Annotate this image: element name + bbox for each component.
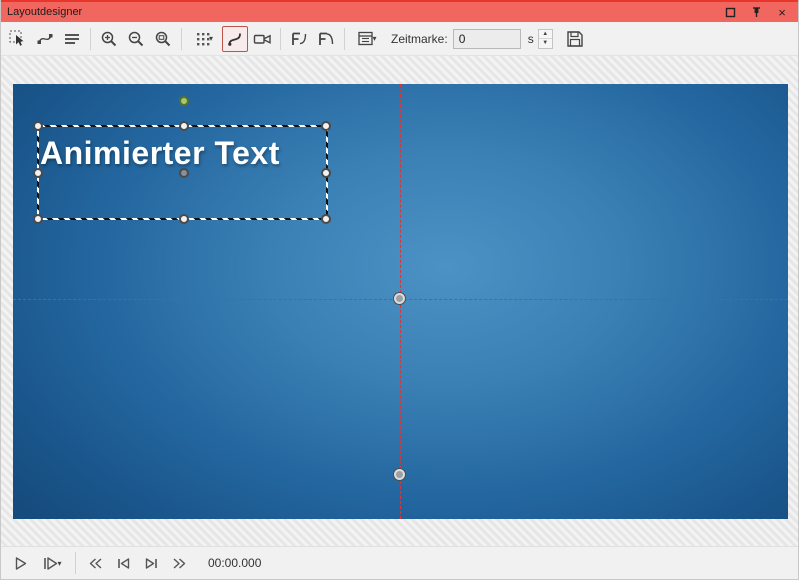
zoom-fit-button[interactable] [150,26,176,52]
motion-curve-icon [226,30,244,48]
motion-path-handle-center[interactable] [394,293,405,304]
previous-frame-button[interactable] [110,550,136,576]
zoom-fit-icon [154,30,172,48]
layout-canvas[interactable]: Animierter Text [13,84,788,519]
select-cursor-icon [9,30,27,48]
zoom-in-icon [100,30,118,48]
chevron-down-icon: ▾ [209,34,213,43]
toolbar-separator [344,28,345,50]
window-controls: × [722,4,792,20]
transport-separator [75,552,76,574]
zeitmarke-unit-label: s [528,32,534,46]
previous-frame-icon [115,555,132,572]
skip-back-icon [87,555,104,572]
resize-handle-top-left[interactable] [33,121,43,131]
chevron-down-icon: ▾ [372,34,376,43]
list-lines-icon [63,30,81,48]
transport-bar: ▾ 00:00.000 [1,546,798,579]
grid-settings-button[interactable]: ▾ [187,26,221,52]
time-display: 00:00.000 [208,556,261,570]
workspace: Animierter Text [1,56,798,547]
ease-out-button[interactable] [313,26,339,52]
stepper-up-icon[interactable]: ▲ [539,30,552,40]
zoom-out-icon [127,30,145,48]
ease-in-curve-icon [290,30,308,48]
layoutdesigner-window: Layoutdesigner × [0,0,799,580]
resize-handle-bottom-right[interactable] [321,214,331,224]
ease-in-button[interactable] [286,26,312,52]
skip-forward-icon [171,555,188,572]
zeitmarke-label: Zeitmarke: [391,32,448,46]
skip-to-start-button[interactable] [82,550,108,576]
pin-icon[interactable] [748,4,764,20]
camera-pan-button[interactable] [249,26,275,52]
object-center-handle[interactable] [179,168,189,178]
next-frame-button[interactable] [138,550,164,576]
timemarker-options-button[interactable]: ▾ [350,26,384,52]
resize-handle-middle-right[interactable] [321,168,331,178]
toolbar-separator [181,28,182,50]
next-frame-icon [143,555,160,572]
toolbar-separator [280,28,281,50]
edit-points-icon [36,30,54,48]
save-floppy-icon [566,30,584,48]
curve-tool-button[interactable] [222,26,248,52]
chevron-down-icon: ▾ [57,559,61,568]
toolbar-separator [90,28,91,50]
zeitmarke-input[interactable] [453,29,521,49]
zoom-in-button[interactable] [96,26,122,52]
text-object-selection[interactable]: Animierter Text [37,125,328,220]
main-toolbar: ▾ [1,22,798,56]
skip-to-end-button[interactable] [166,550,192,576]
select-tool-button[interactable] [5,26,31,52]
titlebar[interactable]: Layoutdesigner × [1,0,798,22]
stepper-down-icon[interactable]: ▼ [539,39,552,48]
list-view-button[interactable] [59,26,85,52]
resize-handle-bottom-left[interactable] [33,214,43,224]
play-from-marker-button[interactable]: ▾ [35,550,69,576]
zeitmarke-stepper[interactable]: ▲ ▼ [538,29,553,49]
resize-handle-top-right[interactable] [321,121,331,131]
close-icon[interactable]: × [774,4,790,20]
restore-window-icon[interactable] [722,4,738,20]
animated-text-object[interactable]: Animierter Text [40,135,280,172]
save-button[interactable] [562,26,588,52]
camera-icon [253,30,272,48]
window-title: Layoutdesigner [7,6,722,18]
resize-handle-top-center[interactable] [179,121,189,131]
edit-points-button[interactable] [32,26,58,52]
play-icon [12,555,29,572]
resize-handle-middle-left[interactable] [33,168,43,178]
ease-out-curve-icon [317,30,335,48]
resize-handle-bottom-center[interactable] [179,214,189,224]
play-button[interactable] [7,550,33,576]
zoom-out-button[interactable] [123,26,149,52]
motion-path-handle-end[interactable] [394,469,405,480]
rotation-handle[interactable] [179,96,189,106]
